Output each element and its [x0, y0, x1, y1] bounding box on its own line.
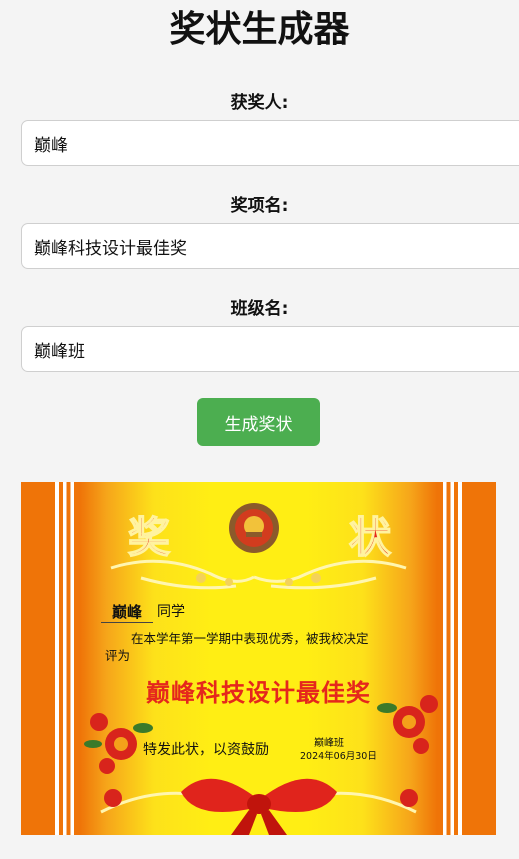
emblem-icon — [229, 503, 279, 553]
certificate-preview: 奖 状 巅峰 同学 在本学年第一学期中表现优秀，被我校决定 评为 巅峰科技设计最… — [21, 482, 496, 835]
award-label: 奖项名: — [230, 196, 289, 216]
certificate-decoration: 奖 状 — [84, 503, 438, 835]
class-input[interactable] — [21, 326, 519, 372]
certificate-recipient-suffix: 同学 — [157, 604, 185, 620]
recipient-input[interactable] — [21, 120, 519, 166]
recipient-label: 获奖人: — [230, 93, 289, 113]
certificate-body-line2: 评为 — [105, 648, 131, 663]
scroll-ornament — [110, 559, 407, 590]
award-input[interactable] — [21, 223, 519, 269]
class-label: 班级名: — [230, 299, 289, 319]
page-title: 奖状生成器 — [169, 9, 350, 50]
certificate-award-name: 巅峰科技设计最佳奖 — [146, 679, 371, 707]
heading-right-char: 状 — [349, 513, 392, 562]
generate-button[interactable]: 生成奖状 — [197, 398, 320, 446]
certificate-closing: 特发此状，以资鼓励 — [143, 742, 269, 758]
certificate-class-name: 巅峰班 — [314, 738, 344, 749]
heading-left-char: 奖 — [128, 513, 170, 562]
certificate-date: 2024年06月30日 — [300, 751, 377, 762]
ribbon-bow-icon — [181, 778, 337, 835]
certificate-body-line1: 在本学年第一学期中表现优秀，被我校决定 — [131, 631, 369, 646]
certificate-recipient: 巅峰 — [101, 602, 153, 623]
